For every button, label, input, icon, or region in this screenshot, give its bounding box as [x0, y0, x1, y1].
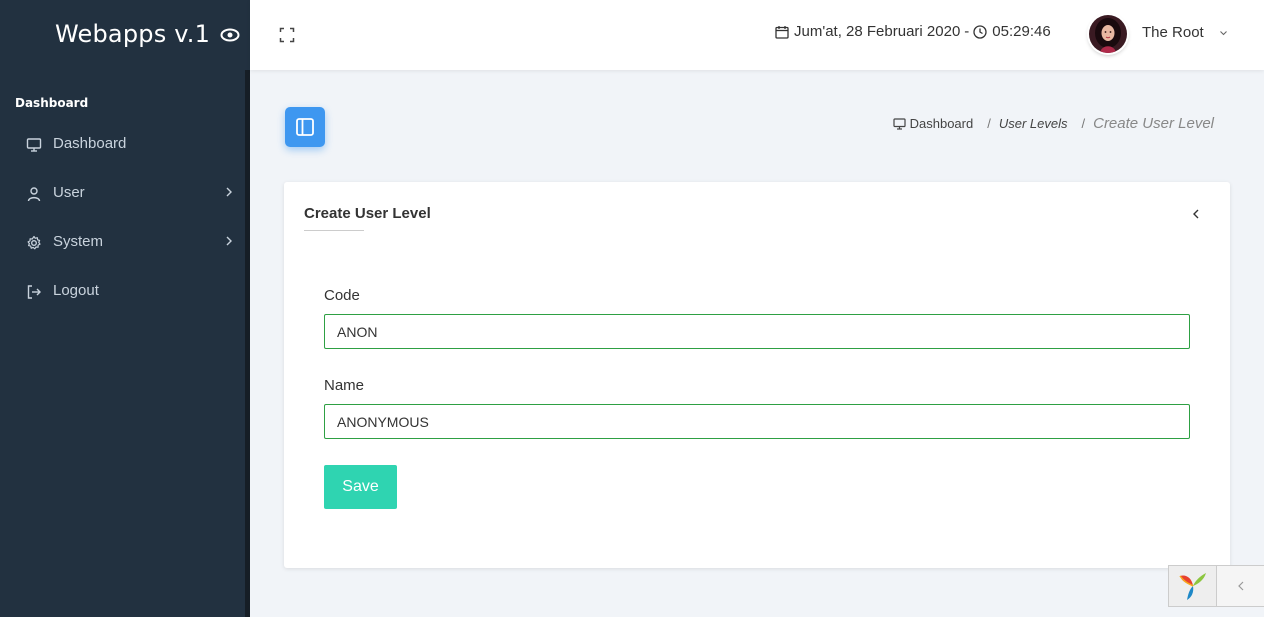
card-title-underline: [304, 230, 364, 231]
sidebar-heading: Dashboard: [15, 96, 89, 110]
topbar: Jum'at, 28 Februari 2020 - 05:29:46 The …: [250, 0, 1264, 70]
breadcrumb-separator: /: [1081, 116, 1086, 131]
time-text: 05:29:46: [992, 23, 1051, 40]
username[interactable]: The Root: [1142, 24, 1204, 41]
breadcrumb-current: Create User Level: [1093, 115, 1214, 132]
chevron-left-icon: [1237, 581, 1243, 591]
chevron-left-icon[interactable]: [1191, 208, 1201, 220]
sidebar: Webapps v.1 Dashboard Dashboard User Sys…: [0, 0, 250, 617]
brand-title: Webapps v.1: [55, 20, 211, 48]
chevron-down-icon[interactable]: [1219, 29, 1228, 37]
sidebar-item-system[interactable]: System: [0, 225, 245, 261]
sidebar-toggle-button[interactable]: [285, 107, 325, 147]
debug-toolbar: [1168, 565, 1264, 607]
monitor-icon: [893, 117, 906, 130]
sidebar-item-label: System: [53, 233, 104, 250]
breadcrumb-home-label: Dashboard: [909, 116, 974, 131]
brand: Webapps v.1: [0, 0, 250, 70]
calendar-icon: [775, 25, 789, 39]
sidebar-item-label: User: [53, 184, 85, 201]
card-title: Create User Level: [304, 205, 431, 222]
avatar[interactable]: [1089, 15, 1127, 53]
framework-logo[interactable]: [1169, 566, 1217, 606]
name-field[interactable]: [324, 404, 1190, 439]
user-icon: [27, 187, 41, 202]
yii-logo-icon: [1178, 573, 1206, 600]
eye-icon[interactable]: [220, 27, 240, 43]
debug-toggle-button[interactable]: [1217, 566, 1264, 606]
chevron-right-icon: [226, 236, 232, 246]
chevron-right-icon: [226, 187, 232, 197]
sidebar-item-logout[interactable]: Logout: [0, 274, 245, 310]
breadcrumb-separator: /: [987, 116, 991, 131]
date-text: Jum'at, 28 Februari 2020: [794, 23, 961, 40]
save-button[interactable]: Save: [324, 465, 397, 509]
sidebar-item-label: Dashboard: [53, 135, 127, 152]
create-user-level-card: Create User Level Code Name Save: [284, 182, 1230, 568]
fullscreen-icon[interactable]: [279, 27, 295, 43]
datetime-separator: -: [964, 23, 970, 40]
logout-icon: [27, 285, 41, 299]
breadcrumb-user-levels[interactable]: User Levels: [999, 116, 1068, 131]
breadcrumb-home[interactable]: Dashboard: [893, 116, 974, 131]
monitor-icon: [26, 138, 42, 152]
gear-icon: [27, 235, 41, 250]
clock-icon: [973, 24, 987, 39]
name-label: Name: [324, 377, 365, 394]
sidebar-item-dashboard[interactable]: Dashboard: [0, 127, 245, 163]
code-field[interactable]: [324, 314, 1190, 349]
panel-icon: [296, 118, 314, 136]
sidebar-item-user[interactable]: User: [0, 176, 245, 212]
code-label: Code: [324, 287, 360, 304]
datetime: Jum'at, 28 Februari 2020 - 05:29:46: [775, 23, 1051, 40]
sidebar-item-label: Logout: [53, 282, 99, 299]
breadcrumb: Dashboard / User Levels / Create User Le…: [893, 115, 1214, 132]
